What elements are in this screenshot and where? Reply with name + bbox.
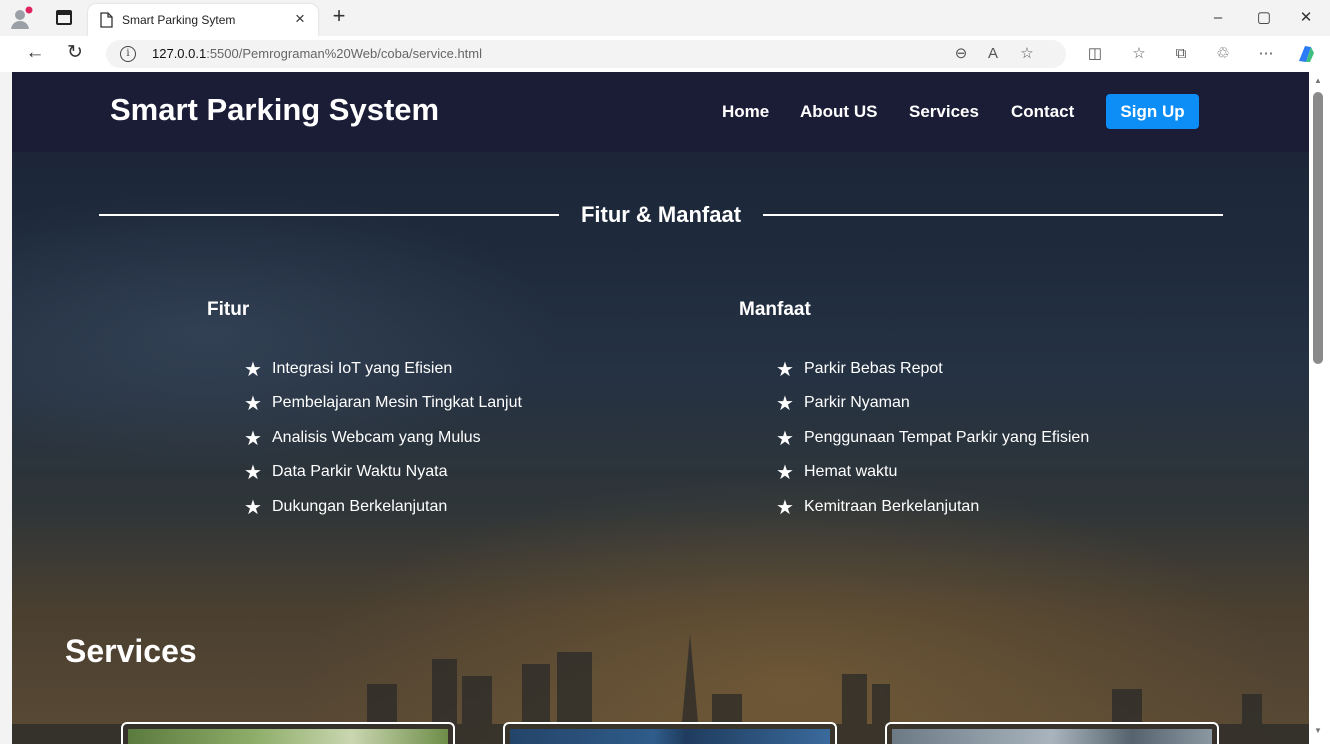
browser-tab-bar: Smart Parking Sytem × + – ▢ ✕ — [0, 0, 1330, 36]
star-icon: ★ — [776, 393, 794, 415]
close-tab-icon[interactable]: × — [290, 9, 310, 29]
service-card[interactable] — [121, 722, 455, 744]
services-title: Services — [65, 633, 197, 669]
extensions-icon[interactable]: ♲ — [1214, 45, 1232, 63]
favorites-icon[interactable]: ☆ — [1130, 45, 1148, 63]
star-icon: ★ — [244, 393, 262, 415]
close-window-icon[interactable]: ✕ — [1286, 6, 1326, 30]
service-card[interactable] — [885, 722, 1219, 744]
service-card[interactable] — [503, 722, 837, 744]
scroll-up-icon[interactable]: ▲ — [1313, 76, 1323, 86]
page-viewport: Smart Parking System Home About US Servi… — [12, 72, 1309, 744]
new-tab-icon[interactable]: + — [328, 5, 350, 28]
nav-services[interactable]: Services — [909, 102, 979, 122]
restore-icon[interactable]: ▢ — [1244, 6, 1284, 30]
back-icon[interactable]: ← — [22, 42, 48, 66]
service-image — [128, 729, 448, 744]
divider-line — [763, 214, 1223, 216]
profile-icon[interactable] — [9, 6, 33, 30]
divider-line — [99, 214, 559, 216]
star-icon: ★ — [244, 428, 262, 450]
url-text: 127.0.0.1:5500/Pemrograman%20Web/coba/se… — [152, 46, 483, 61]
star-icon: ★ — [244, 359, 262, 381]
read-aloud-icon[interactable]: A — [984, 45, 1002, 63]
copilot-icon[interactable] — [1294, 43, 1316, 65]
sign-up-button[interactable]: Sign Up — [1106, 94, 1199, 129]
scroll-down-icon[interactable]: ▼ — [1313, 726, 1323, 736]
tab-actions-icon[interactable] — [56, 10, 72, 25]
url-field[interactable]: i 127.0.0.1:5500/Pemrograman%20Web/coba/… — [106, 40, 1066, 68]
star-icon: ★ — [776, 462, 794, 484]
refresh-icon[interactable]: ↻ — [62, 42, 88, 66]
scrollbar-thumb[interactable] — [1313, 92, 1323, 364]
star-icon: ★ — [776, 497, 794, 519]
zoom-out-icon[interactable]: ⊖ — [952, 45, 970, 63]
star-icon: ★ — [244, 462, 262, 484]
nav-home[interactable]: Home — [722, 102, 769, 122]
page-icon — [100, 12, 113, 28]
nav-about-us[interactable]: About US — [800, 102, 877, 122]
nav-contact[interactable]: Contact — [1011, 102, 1074, 122]
minimize-icon[interactable]: – — [1198, 6, 1238, 30]
favorite-star-icon[interactable]: ☆ — [1018, 45, 1036, 63]
star-icon: ★ — [244, 497, 262, 519]
service-image — [892, 729, 1212, 744]
fitur-title: Fitur — [207, 299, 250, 320]
features-title: Fitur & Manfaat — [580, 202, 742, 227]
star-icon: ★ — [776, 428, 794, 450]
collections-icon[interactable]: ⧉ — [1172, 45, 1190, 63]
split-screen-icon[interactable]: ◫ — [1086, 45, 1104, 63]
manfaat-title: Manfaat — [739, 299, 811, 320]
features-heading: Fitur & Manfaat — [99, 200, 1223, 230]
service-image — [510, 729, 830, 744]
site-header: Smart Parking System Home About US Servi… — [12, 72, 1309, 152]
more-icon[interactable]: ⋯ — [1257, 45, 1275, 63]
info-icon[interactable]: i — [120, 46, 136, 62]
browser-tab[interactable]: Smart Parking Sytem × — [88, 4, 318, 36]
star-icon: ★ — [776, 359, 794, 381]
address-bar: ← ↻ i 127.0.0.1:5500/Pemrograman%20Web/c… — [0, 36, 1330, 72]
site-brand[interactable]: Smart Parking System — [110, 92, 439, 128]
tab-title: Smart Parking Sytem — [122, 13, 236, 27]
